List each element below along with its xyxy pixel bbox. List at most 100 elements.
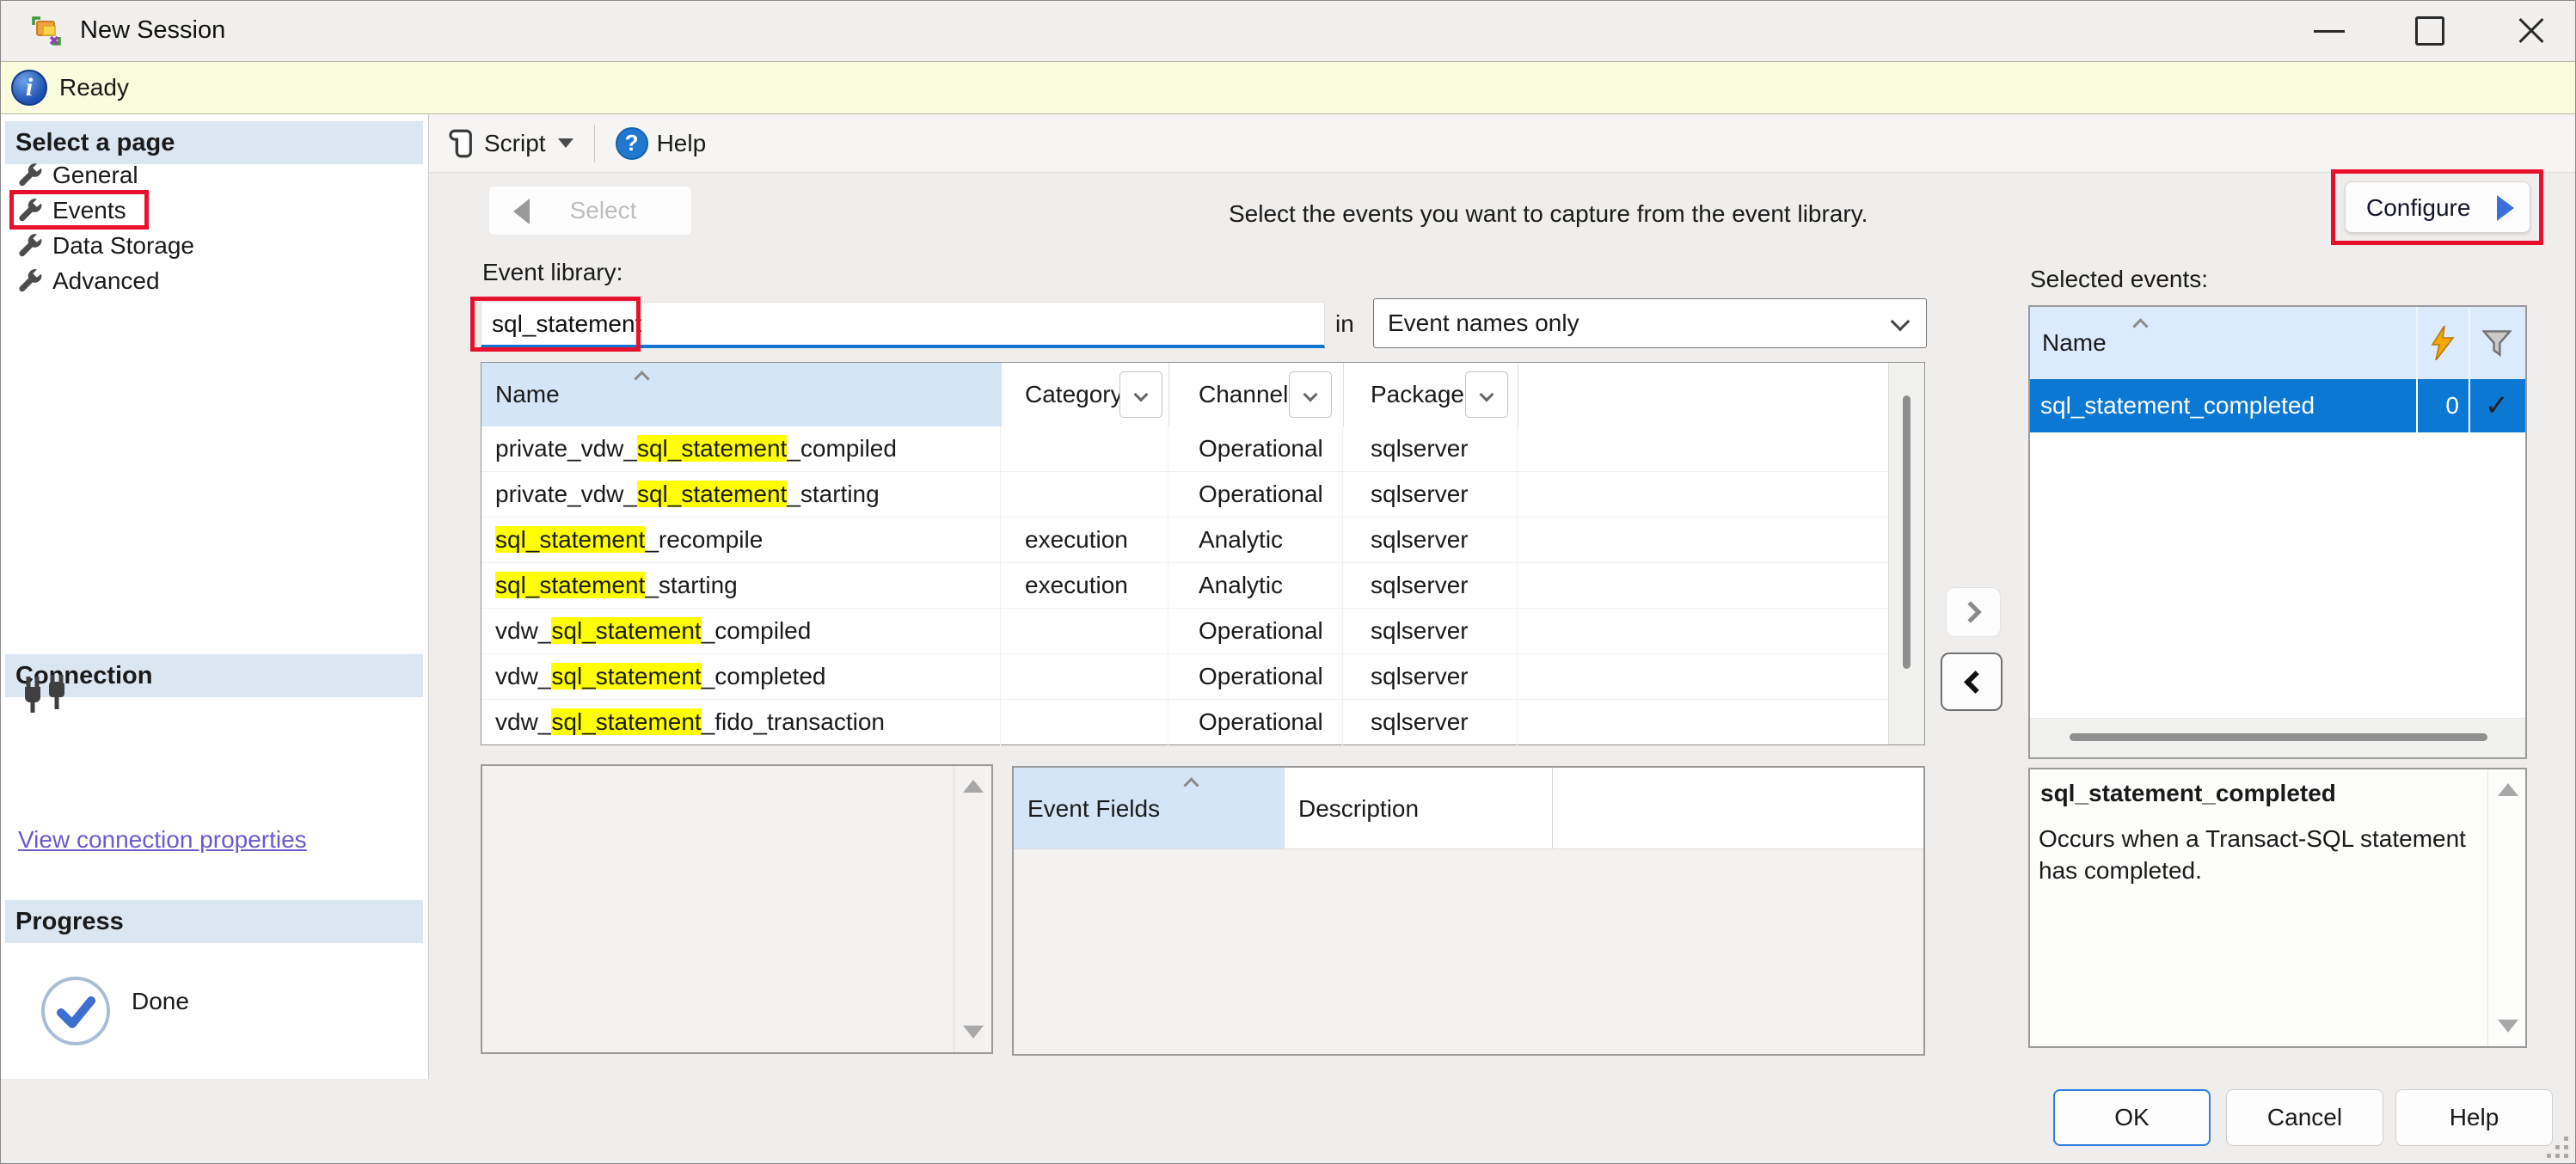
library-scrollbar[interactable] xyxy=(1888,363,1924,744)
add-event-button[interactable] xyxy=(1946,587,2001,637)
close-button[interactable] xyxy=(2492,1,2571,61)
select-back-label: Select xyxy=(570,197,637,224)
package-cell: sqlserver xyxy=(1343,472,1518,518)
category-filter-button[interactable] xyxy=(1119,371,1162,418)
search-scope-select[interactable]: Event names only xyxy=(1373,298,1927,348)
connection-plug-icon xyxy=(21,671,71,718)
event-name-cell: vdw_sql_statement_compiled xyxy=(481,609,1001,654)
column-header-category[interactable]: Category xyxy=(1001,363,1168,426)
close-icon xyxy=(2516,15,2547,46)
scroll-up-icon[interactable] xyxy=(963,780,984,793)
in-label: in xyxy=(1335,310,1354,338)
sidebar-item-data-storage[interactable]: Data Storage xyxy=(1,229,422,263)
script-label: Script xyxy=(484,130,546,157)
column-header-label: Channel xyxy=(1199,363,1288,426)
new-session-dialog: New Session i Ready Select a page Genera… xyxy=(0,0,2576,1164)
chevron-down-icon xyxy=(1134,388,1149,402)
maximize-button[interactable] xyxy=(2390,1,2469,61)
search-highlight: sql_statement xyxy=(551,708,701,735)
category-cell xyxy=(1001,609,1168,654)
lightning-icon xyxy=(2431,326,2455,360)
table-row[interactable]: sql_statement_recompile execution Analyt… xyxy=(481,518,1888,563)
progress-header: Progress xyxy=(5,900,423,943)
selected-event-row[interactable]: sql_statement_completed 0 ✓ xyxy=(2030,379,2525,432)
channel-cell: Operational xyxy=(1168,426,1343,472)
sort-ascending-icon xyxy=(2132,318,2148,334)
help-button[interactable]: Help xyxy=(2395,1089,2553,1146)
wrench-icon xyxy=(15,196,44,225)
selected-events-hscrollbar[interactable] xyxy=(2030,718,2525,757)
remove-event-button[interactable] xyxy=(1941,652,2003,711)
scrollbar-thumb[interactable] xyxy=(2070,733,2487,741)
package-cell: sqlserver xyxy=(1343,609,1518,654)
search-highlight: sql_statement xyxy=(551,617,701,644)
filter-check: ✓ xyxy=(2469,379,2525,432)
back-arrow-icon xyxy=(513,199,530,224)
chevron-down-icon xyxy=(1891,312,1911,332)
column-header-channel[interactable]: Channel xyxy=(1168,363,1343,426)
progress-status: Done xyxy=(132,988,189,1015)
configure-button[interactable]: Configure xyxy=(2345,181,2530,233)
sidebar-item-label: Data Storage xyxy=(52,232,194,260)
sidebar-item-label: Events xyxy=(52,197,126,224)
selected-name-header[interactable]: Name xyxy=(2030,307,2525,379)
scrollbar-thumb[interactable] xyxy=(1903,395,1911,669)
channel-cell: Analytic xyxy=(1168,563,1343,609)
view-connection-properties-link[interactable]: View connection properties xyxy=(18,826,307,854)
event-fields-panel: Event Fields Description xyxy=(1012,766,1925,1056)
scroll-down-icon[interactable] xyxy=(2498,1020,2518,1032)
table-row[interactable]: private_vdw_sql_statement_compiled Opera… xyxy=(481,426,1888,472)
event-description-text: Occurs when a Transact-SQL statement has… xyxy=(2039,823,2467,886)
help-label: Help xyxy=(2450,1104,2499,1131)
event-library-label: Event library: xyxy=(482,259,623,286)
minimize-button[interactable] xyxy=(2290,1,2369,61)
resize-grip[interactable] xyxy=(2546,1136,2568,1158)
channel-filter-button[interactable] xyxy=(1289,371,1332,418)
detail-scrollbar[interactable] xyxy=(954,766,991,1052)
category-cell xyxy=(1001,700,1168,745)
selected-events-label: Selected events: xyxy=(2030,266,2208,293)
table-row[interactable]: vdw_sql_statement_compiled Operational s… xyxy=(481,609,1888,654)
column-header-package[interactable]: Package xyxy=(1343,363,1518,426)
script-button[interactable]: Script xyxy=(438,119,582,168)
table-row[interactable]: sql_statement_starting execution Analyti… xyxy=(481,563,1888,609)
app-icon xyxy=(30,15,63,47)
chevron-down-icon xyxy=(558,138,573,148)
select-back-button[interactable]: Select xyxy=(488,186,692,236)
instruction-text: Select the events you want to capture fr… xyxy=(1229,200,1868,228)
channel-cell: Analytic xyxy=(1168,518,1343,563)
wrench-icon xyxy=(15,161,44,190)
channel-cell: Operational xyxy=(1168,472,1343,518)
maximize-icon xyxy=(2415,16,2444,46)
help-toolbar-button[interactable]: ? Help xyxy=(607,119,715,168)
action-count: 0 xyxy=(2416,379,2459,432)
ok-button[interactable]: OK xyxy=(2053,1089,2211,1146)
chevron-left-icon xyxy=(1964,671,1987,694)
column-header-name[interactable]: Name xyxy=(481,363,1001,426)
sidebar-item-advanced[interactable]: Advanced xyxy=(1,264,422,298)
table-row[interactable]: vdw_sql_statement_fido_transaction Opera… xyxy=(481,700,1888,745)
ok-label: OK xyxy=(2114,1104,2149,1131)
event-name-cell: sql_statement_starting xyxy=(481,563,1001,609)
description-header[interactable]: Description xyxy=(1284,768,1552,849)
table-row[interactable]: private_vdw_sql_statement_starting Opera… xyxy=(481,472,1888,518)
help-label: Help xyxy=(657,130,707,157)
event-fields-header[interactable]: Event Fields xyxy=(1014,768,1284,849)
event-description-title: sql_statement_completed xyxy=(2040,780,2336,807)
table-row[interactable]: vdw_sql_statement_completed Operational … xyxy=(481,654,1888,700)
package-filter-button[interactable] xyxy=(1465,371,1508,418)
scroll-up-icon[interactable] xyxy=(2498,783,2518,796)
status-text: Ready xyxy=(59,74,129,101)
title-bar: New Session xyxy=(1,1,2575,61)
selected-event-name: sql_statement_completed xyxy=(2040,379,2315,432)
cancel-button[interactable]: Cancel xyxy=(2226,1089,2383,1146)
left-panel: Select a page General Events Data Storag… xyxy=(1,114,429,1079)
search-highlight: sql_statement xyxy=(495,526,645,553)
event-search-input[interactable] xyxy=(481,302,1325,348)
event-detail-panel xyxy=(481,764,993,1054)
status-bar: i Ready xyxy=(1,61,2575,114)
sidebar-item-general[interactable]: General xyxy=(1,158,422,193)
scroll-down-icon[interactable] xyxy=(963,1026,984,1038)
help-icon: ? xyxy=(616,127,648,160)
sidebar-item-events[interactable]: Events xyxy=(1,193,422,228)
